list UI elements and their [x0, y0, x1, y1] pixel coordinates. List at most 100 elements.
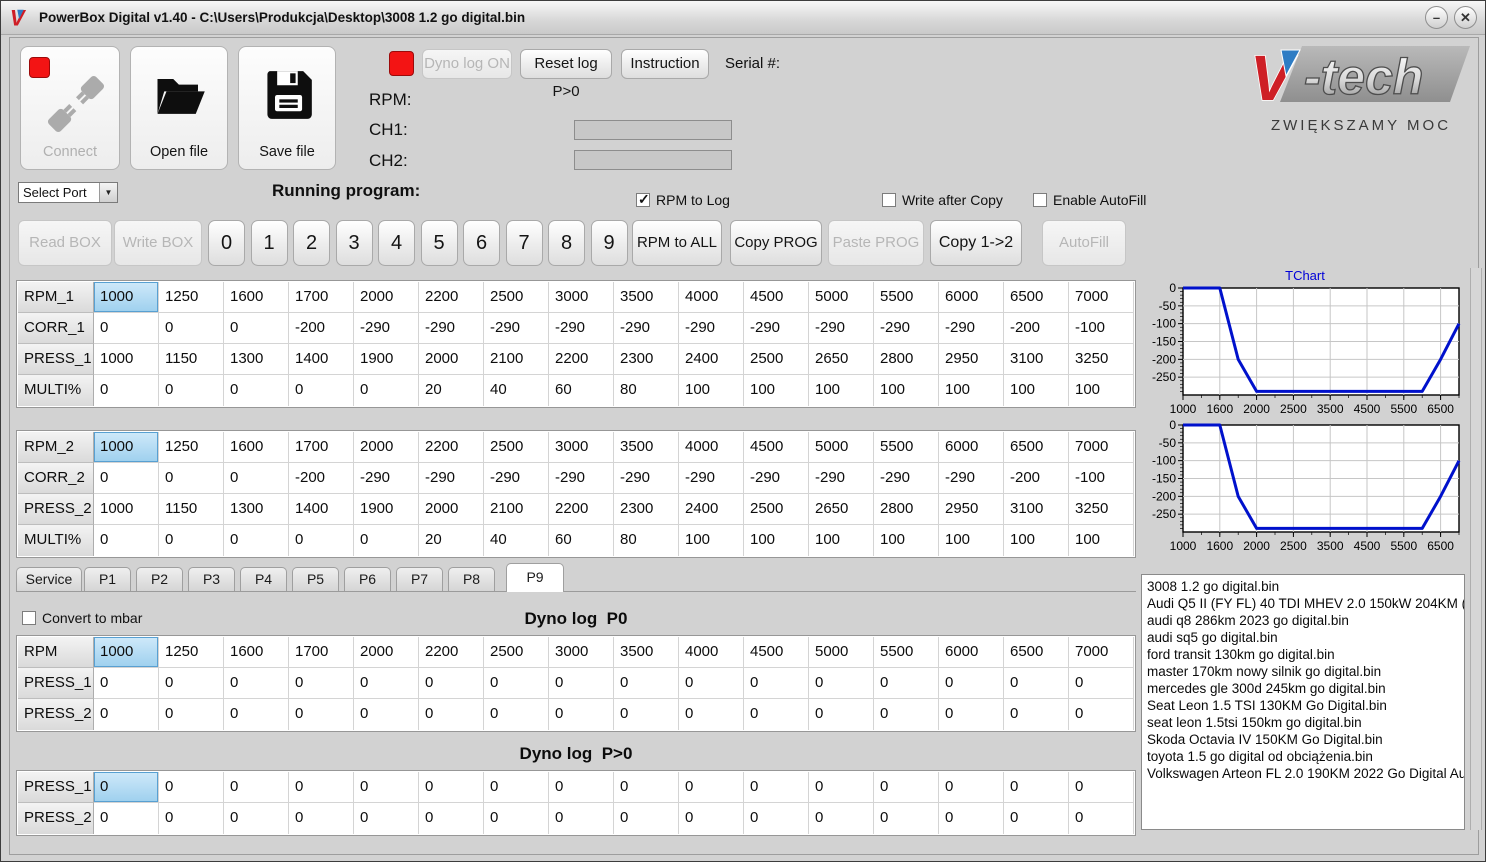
copy-prog-button[interactable]: Copy PROG: [730, 220, 822, 266]
table-cell[interactable]: 0: [159, 525, 224, 556]
table-cell[interactable]: 0: [939, 803, 1004, 834]
table-cell[interactable]: 0: [809, 699, 874, 730]
table-cell[interactable]: 0: [1004, 772, 1069, 803]
tab-p7[interactable]: P7: [396, 567, 443, 591]
table-cell[interactable]: 0: [354, 699, 419, 730]
table-cell[interactable]: 0: [224, 313, 289, 344]
table-cell[interactable]: 0: [874, 668, 939, 699]
table-cell[interactable]: 0: [744, 699, 809, 730]
table-cell[interactable]: 0: [159, 313, 224, 344]
table-cell[interactable]: -290: [354, 463, 419, 494]
table-cell[interactable]: 1400: [289, 344, 354, 375]
table-cell[interactable]: 1250: [159, 432, 224, 463]
table-cell[interactable]: 6000: [939, 282, 1004, 313]
table-cell[interactable]: -200: [289, 463, 354, 494]
digit-button-4[interactable]: 4: [378, 220, 415, 266]
table-cell[interactable]: 1600: [224, 282, 289, 313]
table-cell[interactable]: 100: [809, 525, 874, 556]
table-cell[interactable]: 40: [484, 525, 549, 556]
table-cell[interactable]: 5000: [809, 432, 874, 463]
table-cell[interactable]: 2800: [874, 344, 939, 375]
table-cell[interactable]: 3500: [614, 637, 679, 668]
table-cell[interactable]: 0: [679, 803, 744, 834]
table-cell[interactable]: 0: [484, 803, 549, 834]
table-cell[interactable]: 2000: [354, 637, 419, 668]
table-cell[interactable]: -290: [484, 313, 549, 344]
table-cell[interactable]: -290: [939, 463, 1004, 494]
table-cell[interactable]: 2100: [484, 344, 549, 375]
table-cell[interactable]: -290: [809, 313, 874, 344]
table-cell[interactable]: 0: [614, 668, 679, 699]
table-cell[interactable]: 0: [1069, 803, 1134, 834]
table-cell[interactable]: 2200: [549, 494, 614, 525]
table-cell[interactable]: 20: [419, 525, 484, 556]
table-cell[interactable]: -290: [679, 463, 744, 494]
open-file-button[interactable]: Open file: [130, 46, 228, 170]
table-cell[interactable]: 0: [354, 375, 419, 406]
table-cell[interactable]: 100: [939, 375, 1004, 406]
table-cell[interactable]: 2500: [484, 282, 549, 313]
table-cell[interactable]: 0: [94, 313, 159, 344]
table-cell[interactable]: 0: [744, 803, 809, 834]
table-cell[interactable]: 0: [484, 699, 549, 730]
table-cell[interactable]: 2200: [419, 432, 484, 463]
enable-autofill-checkbox[interactable]: Enable AutoFill: [1033, 192, 1146, 208]
table-cell[interactable]: 0: [289, 525, 354, 556]
table-cell[interactable]: 2000: [419, 494, 484, 525]
file-item[interactable]: Seat Leon 1.5 TSI 130KM Go Digital.bin: [1147, 697, 1459, 714]
table-cell[interactable]: -290: [874, 463, 939, 494]
table-cell[interactable]: 4000: [679, 432, 744, 463]
table-cell[interactable]: 0: [94, 375, 159, 406]
table-cell[interactable]: 3500: [614, 432, 679, 463]
rpm-to-log-checkbox[interactable]: RPM to Log: [636, 191, 730, 208]
table-cell[interactable]: -290: [419, 313, 484, 344]
table-cell[interactable]: 0: [94, 668, 159, 699]
table-cell[interactable]: 0: [419, 803, 484, 834]
paste-prog-button[interactable]: Paste PROG: [828, 220, 924, 266]
table-cell[interactable]: 2650: [809, 494, 874, 525]
table-cell[interactable]: 0: [874, 803, 939, 834]
dyno-log-on-button[interactable]: Dyno log ON: [422, 49, 512, 79]
table-cell[interactable]: 5000: [809, 637, 874, 668]
table-cell[interactable]: 0: [419, 699, 484, 730]
table-cell[interactable]: 2800: [874, 494, 939, 525]
table-cell[interactable]: 2500: [484, 432, 549, 463]
digit-button-6[interactable]: 6: [463, 220, 500, 266]
table-cell[interactable]: 100: [679, 375, 744, 406]
table-cell[interactable]: 7000: [1069, 637, 1134, 668]
file-item[interactable]: toyota 1.5 go digital od obciążenia.bin: [1147, 748, 1459, 765]
save-file-button[interactable]: Save file: [238, 46, 336, 170]
table-cell[interactable]: 0: [354, 525, 419, 556]
table-cell[interactable]: 0: [289, 699, 354, 730]
tab-p3[interactable]: P3: [188, 567, 235, 591]
reset-log-button[interactable]: Reset log P>0: [520, 49, 612, 100]
table-cell[interactable]: 0: [744, 668, 809, 699]
close-button[interactable]: ✕: [1454, 6, 1477, 29]
tab-p5[interactable]: P5: [292, 567, 339, 591]
table-cell[interactable]: 0: [159, 699, 224, 730]
tab-p8[interactable]: P8: [448, 567, 495, 591]
table-cell[interactable]: 2300: [614, 494, 679, 525]
table-cell[interactable]: 5500: [874, 637, 939, 668]
table-cell[interactable]: 0: [614, 772, 679, 803]
table-cell[interactable]: 1150: [159, 344, 224, 375]
table-cell[interactable]: -200: [1004, 463, 1069, 494]
table-cell[interactable]: 0: [679, 699, 744, 730]
table-cell[interactable]: 0: [484, 668, 549, 699]
table-cell[interactable]: 1000: [94, 344, 159, 375]
file-item[interactable]: mercedes gle 300d 245km go digital.bin: [1147, 680, 1459, 697]
table-cell[interactable]: 0: [939, 668, 1004, 699]
table-cell[interactable]: 0: [1004, 699, 1069, 730]
digit-button-8[interactable]: 8: [548, 220, 585, 266]
table-cell[interactable]: 0: [1069, 772, 1134, 803]
table-cell[interactable]: 3000: [549, 282, 614, 313]
digit-button-0[interactable]: 0: [208, 220, 245, 266]
table-cell[interactable]: 100: [1069, 525, 1134, 556]
table-cell[interactable]: 80: [614, 525, 679, 556]
table-cell[interactable]: -290: [939, 313, 1004, 344]
table-cell[interactable]: 0: [939, 699, 1004, 730]
table-cell[interactable]: 0: [94, 525, 159, 556]
table-cell[interactable]: -290: [354, 313, 419, 344]
table-cell[interactable]: 100: [1069, 375, 1134, 406]
file-item[interactable]: 3008 1.2 go digital.bin: [1147, 578, 1459, 595]
